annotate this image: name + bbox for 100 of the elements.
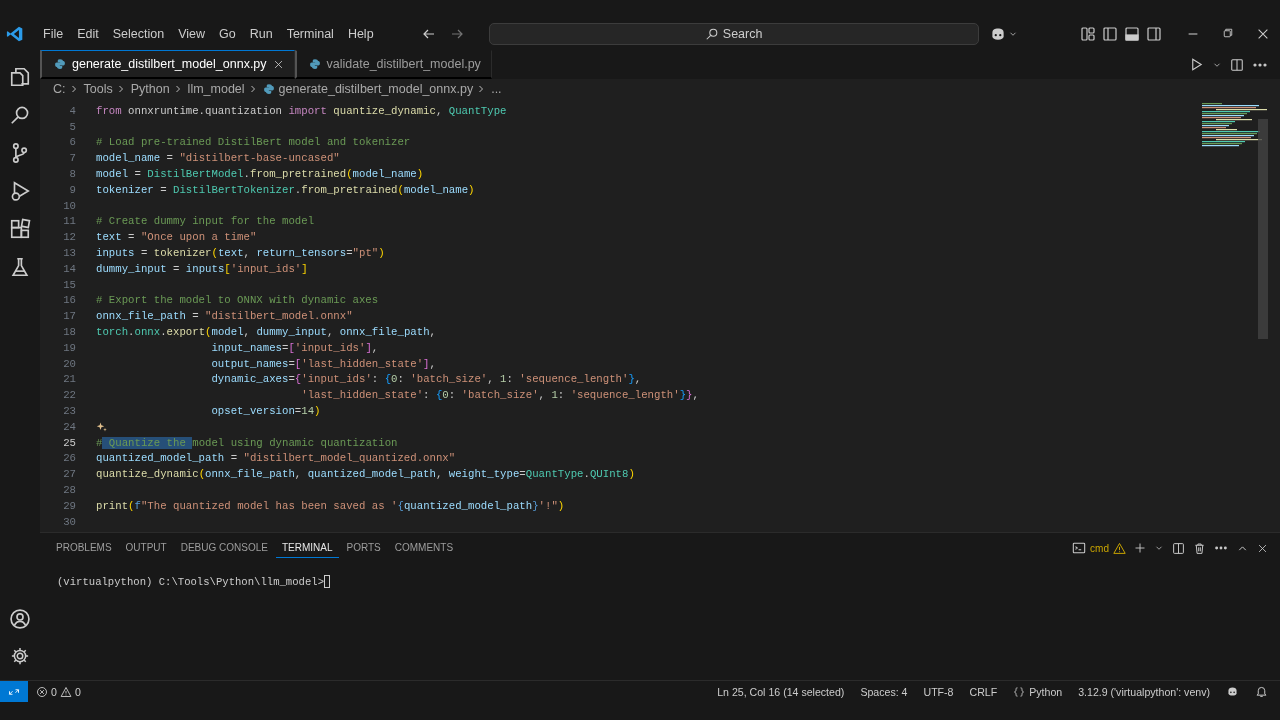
menu-item[interactable]: Edit — [70, 25, 106, 43]
code-line: # Export the model to ONNX with dynamic axes — [96, 294, 379, 307]
line-number: 14 — [62, 262, 77, 275]
breadcrumb[interactable]: Tools — [83, 82, 113, 96]
menu-item[interactable]: Go — [212, 25, 243, 43]
code-line: dynamic_axes={'input_ids': {0: 'batch_size', 1: 'sequence_length'}, — [211, 373, 642, 386]
error-count[interactable]: 0 — [51, 685, 57, 698]
braces-icon — [1013, 685, 1026, 698]
close-icon[interactable] — [1256, 27, 1270, 41]
sidebar-toggle-icon[interactable] — [1102, 26, 1118, 42]
sparkle-icon[interactable] — [96, 420, 108, 433]
line-number: 21 — [62, 373, 77, 386]
breadcrumb[interactable]: Python — [130, 82, 170, 96]
search-field[interactable]: Search — [488, 23, 979, 45]
run-icon[interactable] — [1189, 57, 1204, 72]
layout-icon[interactable] — [1080, 26, 1096, 42]
status-item[interactable]: Spaces: 4 — [860, 685, 908, 698]
status-item[interactable]: UTF-8 — [923, 685, 954, 698]
line-number: 19 — [62, 341, 77, 354]
shell-name[interactable]: cmd — [1090, 542, 1109, 554]
panel-tab[interactable]: TERMINAL — [275, 538, 339, 558]
line-number: 22 — [62, 389, 77, 402]
code-line: # Quantize the model using dynamic quantization — [96, 436, 398, 449]
trash-icon[interactable] — [1193, 541, 1206, 555]
warning-count[interactable]: 0 — [74, 685, 81, 698]
remote-button[interactable] — [0, 681, 28, 702]
split-terminal-icon[interactable] — [1172, 541, 1185, 555]
code-line: from onnxruntime.quantization import quantize_dynamic, QuantType — [96, 104, 507, 117]
breadcrumb[interactable]: generate_distilbert_model_onnx.py — [278, 82, 474, 96]
explorer-icon[interactable] — [9, 66, 31, 88]
menu-item[interactable]: Terminal — [279, 25, 341, 43]
line-number: 8 — [68, 168, 77, 181]
code-line: tokenizer = DistilBertTokenizer.from_pretrained(model_name) — [96, 183, 475, 196]
code-line: # Create dummy input for the model — [96, 215, 315, 228]
breadcrumb[interactable]: ... — [491, 82, 502, 96]
extensions-icon[interactable] — [9, 218, 31, 240]
panel-tab[interactable]: DEBUG CONSOLE — [174, 538, 274, 558]
line-number: 4 — [68, 104, 77, 117]
restore-icon[interactable] — [1222, 27, 1234, 39]
code-line: output_names=['last_hidden_state'], — [211, 357, 436, 370]
python-file-icon — [262, 83, 275, 95]
line-number: 7 — [68, 152, 77, 165]
menu-item[interactable]: Help — [340, 25, 381, 43]
search-icon[interactable] — [9, 104, 31, 126]
new-terminal-icon[interactable] — [1134, 542, 1146, 555]
line-number: 5 — [68, 120, 77, 133]
line-number: 18 — [62, 326, 77, 339]
menu-item[interactable]: View — [171, 25, 212, 43]
copilot-icon[interactable] — [1226, 685, 1239, 698]
notifications-icon[interactable] — [1255, 685, 1268, 698]
language-mode[interactable]: Python — [1029, 685, 1063, 698]
menu-item[interactable]: Run — [242, 25, 280, 43]
code-line: print(f"The quantized model has been saved as '{quantized_model_path}'!") — [96, 499, 565, 512]
flask-icon[interactable] — [9, 256, 31, 278]
code-line: dummy_input = inputs['input_ids'] — [96, 262, 308, 275]
code-line: model = DistilBertModel.from_pretrained(model_name) — [96, 168, 424, 181]
panel-tab[interactable]: COMMENTS — [388, 538, 460, 558]
code-line: quantize_dynamic(onnx_file_path, quantized_model_path, weight_type=QuantType.QUInt8) — [96, 468, 635, 481]
warning-icon — [59, 685, 72, 698]
run-debug-icon[interactable] — [9, 180, 31, 202]
error-icon — [36, 685, 48, 698]
code-line: quantized_model_path = "distilbert_model_quantized.onnx" — [96, 452, 456, 465]
code-line: inputs = tokenizer(text, return_tensors="pt") — [96, 247, 385, 260]
panel-tab[interactable]: PORTS — [340, 538, 387, 558]
warning-icon[interactable] — [1113, 541, 1126, 555]
split-editor-icon[interactable] — [1230, 57, 1244, 72]
line-number: 25 — [62, 436, 77, 449]
account-icon[interactable] — [9, 608, 31, 630]
line-number: 10 — [62, 199, 77, 212]
close-icon[interactable] — [272, 58, 284, 70]
terminal-icon[interactable] — [1072, 541, 1087, 556]
panel-tab[interactable]: OUTPUT — [119, 538, 173, 558]
panel-toggle-icon[interactable] — [1124, 26, 1140, 42]
code-line: onnx_file_path = "distilbert_model.onnx" — [96, 310, 353, 323]
line-number: 17 — [62, 310, 77, 323]
code-line: # Load pre-trained DistilBert model and tokenizer — [96, 136, 411, 149]
scrollbar-thumb[interactable] — [1258, 119, 1268, 339]
line-number: 9 — [68, 183, 77, 196]
python-file-icon — [308, 58, 321, 70]
breadcrumb[interactable]: llm_model — [187, 82, 245, 96]
line-number: 20 — [62, 357, 77, 370]
terminal-prompt: (virtualpython) C:\Tools\Python\llm_model> — [57, 575, 324, 588]
status-item[interactable]: CRLF — [969, 685, 998, 698]
panel-tab[interactable]: PROBLEMS — [50, 538, 118, 558]
line-number: 23 — [62, 405, 77, 418]
python-interpreter[interactable]: 3.12.9 ('virtualpython': venv) — [1078, 685, 1210, 698]
editor-tab[interactable]: generate_distilbert_model_onnx.py — [40, 50, 295, 79]
code-line: input_names=['input_ids'], — [211, 341, 379, 354]
menu-item[interactable]: File — [36, 25, 71, 43]
line-number: 24 — [62, 420, 77, 433]
line-number: 30 — [62, 515, 77, 528]
menu-item[interactable]: Selection — [105, 25, 172, 43]
close-panel-icon[interactable] — [1257, 542, 1268, 554]
editor-tab[interactable]: validate_distilbert_model.py — [294, 50, 492, 79]
line-number: 27 — [62, 468, 77, 481]
breadcrumb[interactable]: C: — [53, 82, 66, 96]
secondary-sidebar-icon[interactable] — [1146, 26, 1162, 42]
line-number: 28 — [62, 484, 77, 496]
status-item[interactable]: Ln 25, Col 16 (14 selected) — [717, 685, 845, 698]
settings-icon[interactable] — [10, 646, 30, 666]
